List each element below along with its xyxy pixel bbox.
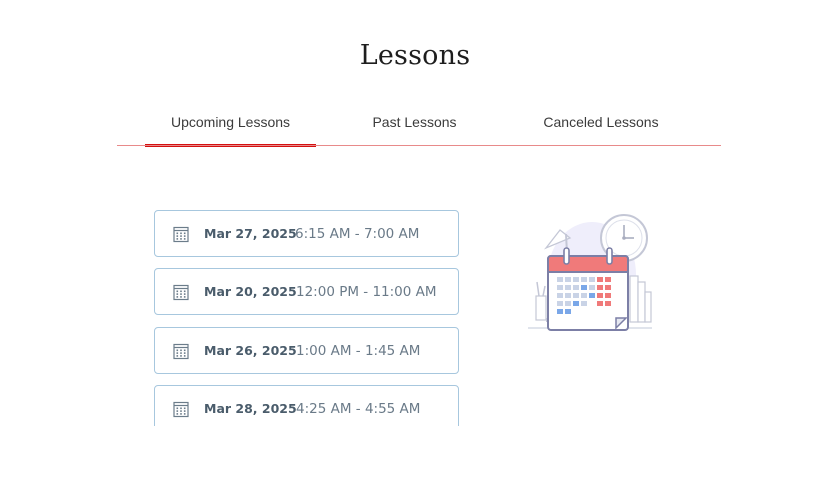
lesson-card[interactable]: Mar 28, 2025 4:25 AM - 4:55 AM <box>154 385 459 426</box>
lesson-tabs: Upcoming Lessons Past Lessons Canceled L… <box>117 106 721 147</box>
lesson-date: Mar 26, 2025 <box>204 343 297 358</box>
lesson-time: 6:15 AM - 7:00 AM <box>295 225 420 242</box>
lesson-time: 12:00 PM - 11:00 AM <box>296 283 437 300</box>
tab-upcoming-lessons[interactable]: Upcoming Lessons <box>145 106 316 147</box>
lesson-date: Mar 20, 2025 <box>204 284 297 299</box>
calendar-icon <box>173 284 189 301</box>
lesson-time: 1:00 AM - 1:45 AM <box>296 342 421 359</box>
books-icon <box>629 275 652 323</box>
pencil-cup-icon <box>535 281 547 321</box>
calendar-clock-illustration <box>528 214 652 331</box>
lesson-date: Mar 27, 2025 <box>204 226 297 241</box>
lesson-card[interactable]: Mar 27, 2025 6:15 AM - 7:00 AM <box>154 210 459 257</box>
lesson-card[interactable]: Mar 20, 2025 12:00 PM - 11:00 AM <box>154 268 459 315</box>
lesson-list: Mar 27, 2025 6:15 AM - 7:00 AM Mar 20, 2… <box>154 210 461 426</box>
calendar-icon <box>173 226 189 243</box>
lesson-date: Mar 28, 2025 <box>204 401 297 416</box>
tab-canceled-lessons[interactable]: Canceled Lessons <box>535 106 667 146</box>
lesson-time: 4:25 AM - 4:55 AM <box>296 400 421 417</box>
calendar-icon <box>173 343 189 360</box>
page-title: Lessons <box>359 40 471 71</box>
tabs-divider <box>117 145 721 146</box>
calendar-icon <box>173 401 189 418</box>
lesson-card[interactable]: Mar 26, 2025 1:00 AM - 1:45 AM <box>154 327 459 374</box>
calendar-icon <box>547 247 629 331</box>
tab-past-lessons[interactable]: Past Lessons <box>362 106 467 146</box>
